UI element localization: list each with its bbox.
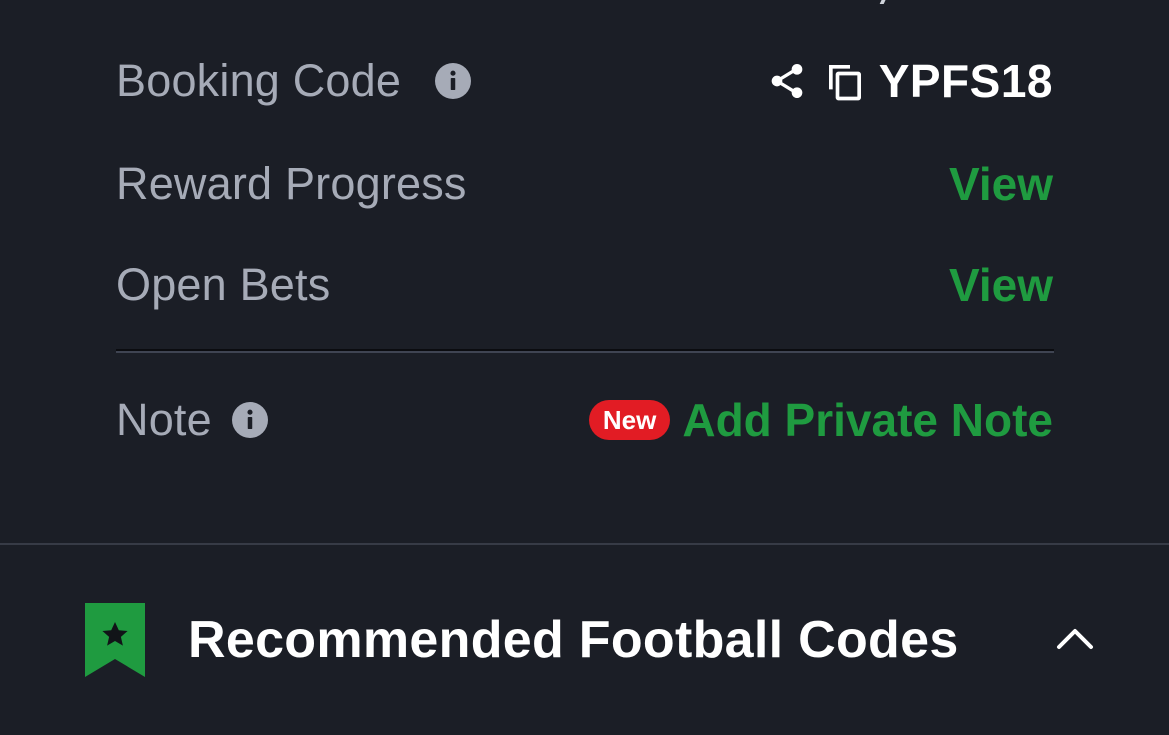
section-divider bbox=[116, 349, 1054, 353]
recommended-codes-title: Recommended Football Codes bbox=[188, 611, 959, 669]
reward-progress-label: Reward Progress bbox=[116, 158, 467, 209]
open-bets-row: Open Bets View bbox=[116, 255, 1053, 315]
recommended-codes-header[interactable]: Recommended Football Codes bbox=[85, 600, 1105, 680]
full-width-divider bbox=[0, 543, 1169, 545]
booking-code-value[interactable]: YPFS18 bbox=[879, 54, 1053, 108]
note-actions: New Add Private Note bbox=[588, 393, 1053, 447]
chevron-up-icon[interactable] bbox=[1055, 618, 1095, 658]
note-row: Note New Add Private Note bbox=[116, 390, 1053, 450]
reward-progress-view-link[interactable]: View bbox=[949, 157, 1053, 211]
reward-progress-row: Reward Progress View bbox=[116, 154, 1053, 214]
note-label-group: Note bbox=[116, 394, 268, 446]
new-badge: New bbox=[588, 400, 671, 440]
share-icon[interactable] bbox=[767, 61, 807, 101]
booking-code-actions: YPFS18 bbox=[767, 54, 1053, 108]
bookmark-star-icon bbox=[85, 603, 145, 677]
copy-icon[interactable] bbox=[825, 61, 865, 101]
booking-code-label-group: Booking Code bbox=[116, 55, 472, 107]
booking-code-label: Booking Code bbox=[116, 55, 402, 106]
info-icon[interactable] bbox=[435, 63, 472, 99]
note-label: Note bbox=[116, 394, 212, 445]
info-icon[interactable] bbox=[231, 402, 268, 438]
booking-code-row: Booking Code YPFS18 bbox=[116, 51, 1053, 111]
open-bets-view-link[interactable]: View bbox=[949, 258, 1053, 312]
add-private-note-link[interactable]: Add Private Note bbox=[682, 393, 1053, 447]
open-bets-label: Open Bets bbox=[116, 259, 331, 310]
clipped-text-fragment bbox=[864, 0, 904, 6]
